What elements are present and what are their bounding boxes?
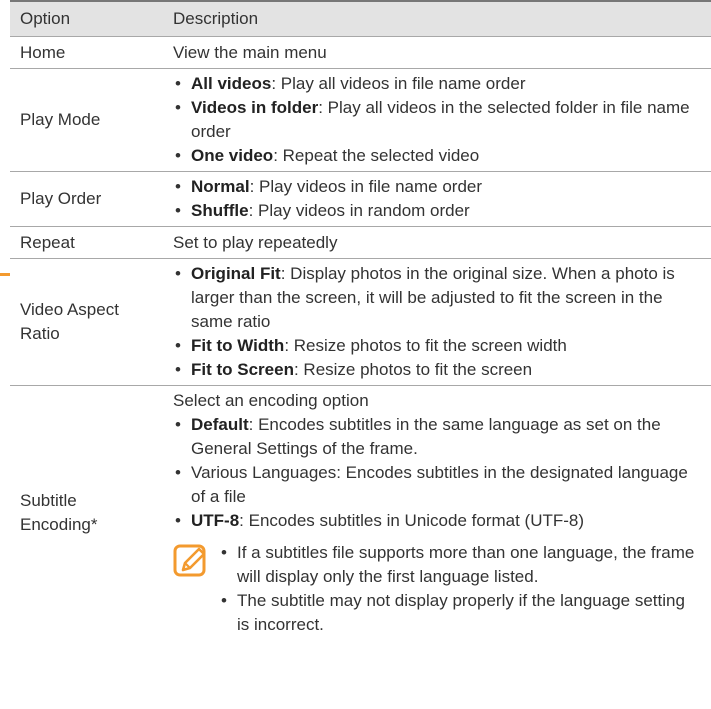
- option-home: Home: [10, 36, 163, 69]
- option-aspect-ratio: Video Aspect Ratio: [10, 258, 163, 386]
- list-item: One video: Repeat the selected video: [173, 144, 697, 168]
- description-subtitle-encoding: Select an encoding option Default: Encod…: [163, 386, 711, 641]
- option-play-order: Play Order: [10, 171, 163, 227]
- option-play-mode: Play Mode: [10, 68, 163, 172]
- table-row-home: Home View the main menu: [10, 36, 711, 69]
- header-description: Description: [163, 1, 711, 37]
- list-item: Fit to Screen: Resize photos to fit the …: [173, 358, 697, 382]
- encoding-intro: Select an encoding option: [173, 391, 369, 410]
- description-repeat: Set to play repeatedly: [163, 226, 711, 259]
- note-box: If a subtitles file supports more than o…: [173, 541, 697, 637]
- list-item: Videos in folder: Play all videos in the…: [173, 96, 697, 144]
- header-option: Option: [10, 1, 163, 37]
- note-item: If a subtitles file supports more than o…: [221, 541, 697, 589]
- list-item: Normal: Play videos in file name order: [173, 175, 697, 199]
- table-row-repeat: Repeat Set to play repeatedly: [10, 226, 711, 259]
- table-row-subtitle-encoding: Subtitle Encoding* Select an encoding op…: [10, 386, 711, 641]
- description-play-mode: All videos: Play all videos in file name…: [163, 68, 711, 172]
- note-item: The subtitle may not display properly if…: [221, 589, 697, 637]
- list-item: UTF-8: Encodes subtitles in Unicode form…: [173, 509, 697, 533]
- table-row-play-order: Play Order Normal: Play videos in file n…: [10, 171, 711, 227]
- description-home: View the main menu: [163, 36, 711, 69]
- option-repeat: Repeat: [10, 226, 163, 259]
- table-row-play-mode: Play Mode All videos: Play all videos in…: [10, 68, 711, 172]
- table-header-row: Option Description: [10, 1, 711, 37]
- description-aspect-ratio: Original Fit: Display photos in the orig…: [163, 258, 711, 386]
- list-item: All videos: Play all videos in file name…: [173, 72, 697, 96]
- page-edge-marker: [0, 273, 10, 276]
- list-item: Shuffle: Play videos in random order: [173, 199, 697, 223]
- list-item: Various Languages: Encodes subtitles in …: [173, 461, 697, 509]
- option-subtitle-encoding: Subtitle Encoding*: [20, 491, 98, 534]
- list-item: Fit to Width: Resize photos to fit the s…: [173, 334, 697, 358]
- pencil-note-icon: [173, 544, 206, 577]
- description-play-order: Normal: Play videos in file name order S…: [163, 171, 711, 227]
- list-item: Default: Encodes subtitles in the same l…: [173, 413, 697, 461]
- table-row-aspect-ratio: Video Aspect Ratio Original Fit: Display…: [10, 258, 711, 386]
- list-item: Original Fit: Display photos in the orig…: [173, 262, 697, 334]
- options-table: Option Description Home View the main me…: [10, 0, 711, 640]
